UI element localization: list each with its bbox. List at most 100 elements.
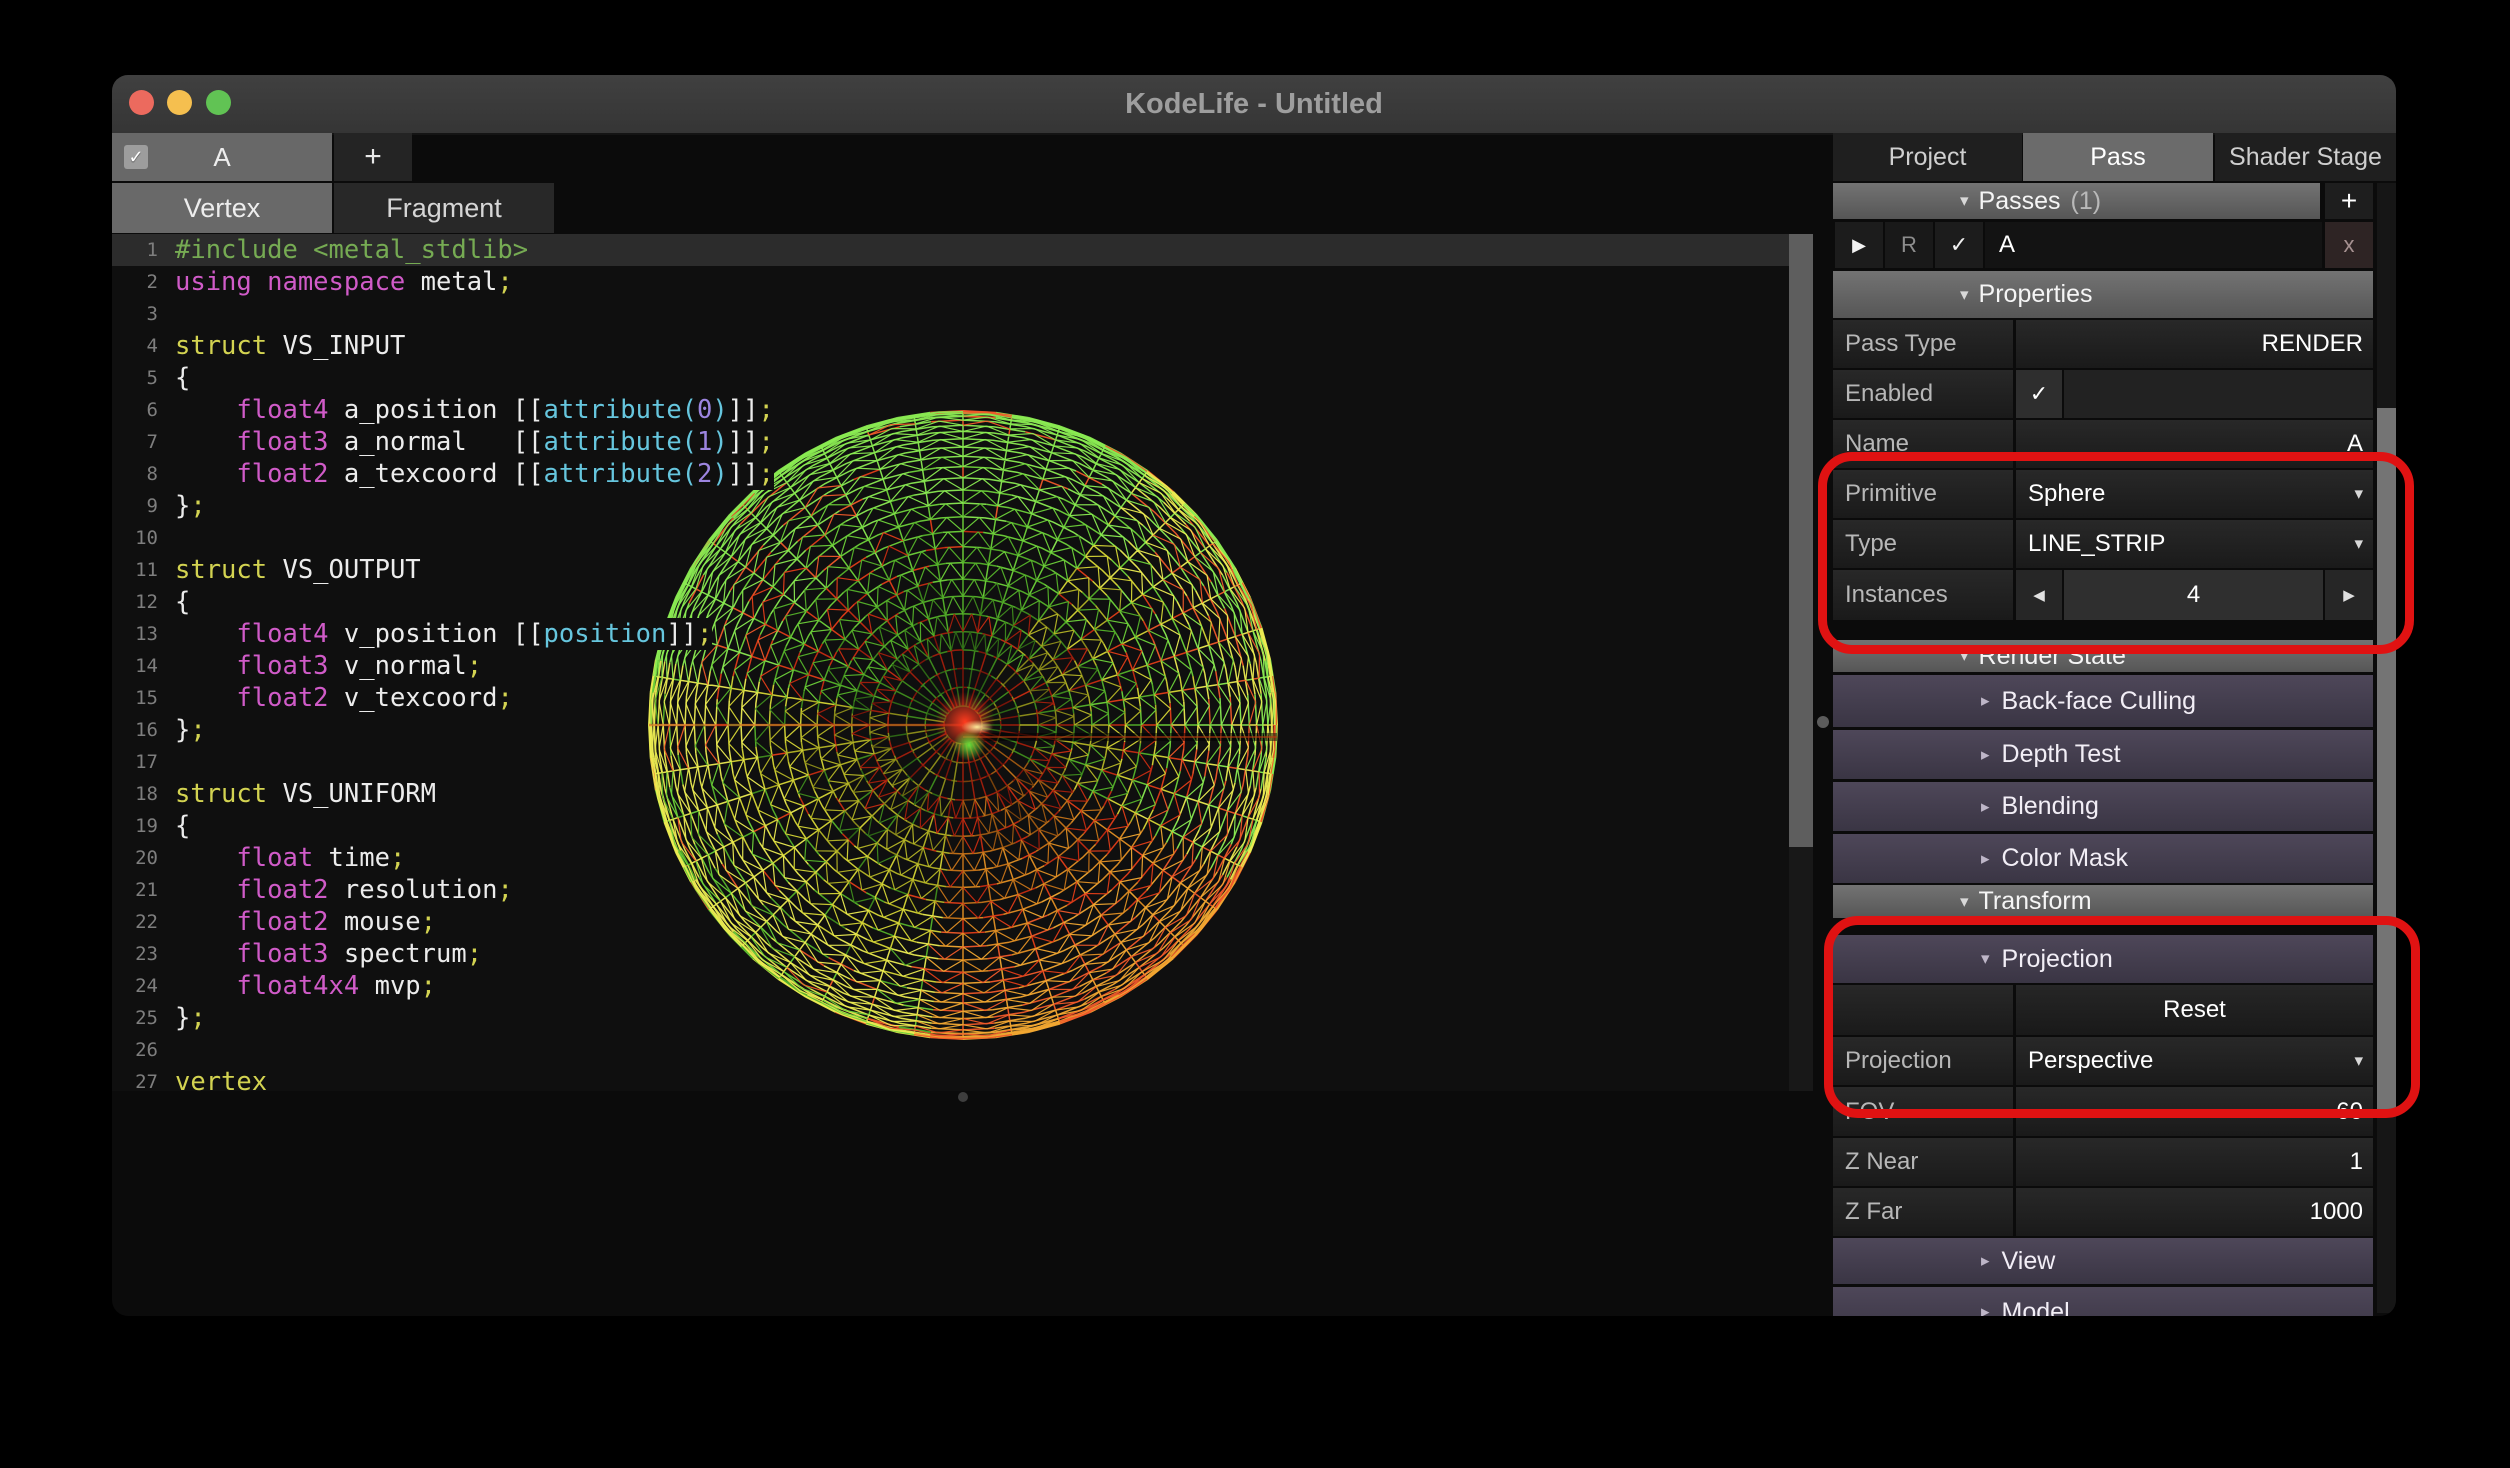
pass-reload-button[interactable]: R	[1885, 222, 1933, 268]
render-state-item-color-mask[interactable]: ▸ Color Mask	[1833, 834, 2373, 883]
passes-count: (1)	[2071, 187, 2102, 216]
primitive-dropdown[interactable]: Sphere ▾	[2016, 470, 2373, 518]
chevron-right-icon: ▸	[1981, 849, 1990, 869]
code-line: };	[175, 490, 206, 522]
render-state-item-blending[interactable]: ▸ Blending	[1833, 782, 2373, 831]
chevron-down-icon: ▾	[1981, 949, 1990, 969]
code-line: float4 v_position [[position]];	[175, 618, 712, 650]
chevron-down-icon: ▾	[1960, 285, 1969, 305]
code-line: float2 v_texcoord;	[175, 682, 513, 714]
code-line: float3 v_normal;	[175, 650, 482, 682]
instances-value-field[interactable]: 4	[2064, 570, 2323, 620]
pass-enabled-checkbox[interactable]: ✓	[124, 145, 148, 169]
line-number: 26	[112, 1034, 158, 1066]
code-line: {	[175, 586, 190, 618]
render-state-item-depth-test[interactable]: ▸ Depth Test	[1833, 730, 2373, 779]
chevron-right-icon: ▸	[1981, 1251, 1990, 1271]
properties-section-header[interactable]: ▾ Properties	[1833, 271, 2373, 318]
model-header-label: Model	[2002, 1298, 2070, 1317]
view-subsection-header[interactable]: ▸ View	[1833, 1238, 2373, 1284]
item-label: Blending	[2002, 792, 2099, 821]
tab-fragment[interactable]: Fragment	[334, 183, 554, 233]
tab-project[interactable]: Project	[1833, 133, 2022, 181]
pass-tab-a[interactable]: ✓ A	[112, 133, 332, 181]
item-label: Back-face Culling	[2002, 687, 2197, 716]
model-subsection-header[interactable]: ▸ Model	[1833, 1287, 2373, 1316]
code-line: float3 a_normal [[attribute(1)]];	[175, 426, 774, 458]
editor-scrollbar-thumb[interactable]	[1789, 234, 1813, 847]
pass-type-label: Pass Type	[1833, 320, 2013, 368]
projection-label: Projection	[1833, 1037, 2013, 1085]
line-number: 7	[112, 426, 158, 458]
pass-enabled-toggle[interactable]: ✓	[1935, 222, 1983, 268]
enabled-checkbox[interactable]: ✓	[2016, 370, 2062, 418]
render-state-item-backface-culling[interactable]: ▸ Back-face Culling	[1833, 675, 2373, 727]
tab-shader-stage[interactable]: Shader Stage	[2215, 133, 2396, 181]
pass-close-button[interactable]: x	[2325, 222, 2373, 268]
code-line: vertex	[175, 1066, 267, 1091]
type-dropdown[interactable]: LINE_STRIP ▾	[2016, 520, 2373, 568]
page-indicator-dot[interactable]	[958, 1092, 968, 1102]
add-pass-button[interactable]: +	[2325, 183, 2373, 219]
arrow-left-icon: ◀	[2033, 586, 2045, 604]
pass-play-button[interactable]: ▶	[1835, 222, 1883, 268]
pass-name-field[interactable]: A	[1985, 222, 2322, 268]
line-number: 17	[112, 746, 158, 778]
line-number: 27	[112, 1066, 158, 1091]
render-state-header-label: Render State	[1979, 642, 2126, 671]
splitter-handle[interactable]	[1817, 716, 1829, 728]
line-number: 24	[112, 970, 158, 1002]
transform-section-header[interactable]: ▾ Transform	[1833, 885, 2373, 918]
line-number: 14	[112, 650, 158, 682]
close-icon: x	[2344, 232, 2355, 258]
name-field[interactable]: A	[2016, 420, 2373, 468]
projection-subsection-header[interactable]: ▾ Projection	[1833, 935, 2373, 983]
item-label: Color Mask	[2002, 844, 2128, 873]
panel-scrollbar-thumb[interactable]	[2377, 408, 2396, 1113]
chevron-right-icon: ▸	[1981, 745, 1990, 765]
line-number: 15	[112, 682, 158, 714]
zfar-field[interactable]: 1000	[2016, 1188, 2373, 1236]
znear-field[interactable]: 1	[2016, 1138, 2373, 1186]
code-line: {	[175, 810, 190, 842]
kodelife-window: KodeLife - Untitled ✓ A + Vertex Fragmen…	[112, 75, 2396, 1316]
line-number: 19	[112, 810, 158, 842]
reset-row-spacer	[1833, 985, 2013, 1035]
fov-field[interactable]: 60	[2016, 1087, 2373, 1136]
znear-label: Z Near	[1833, 1138, 2013, 1186]
chevron-down-icon: ▾	[1960, 892, 1969, 912]
projection-dropdown[interactable]: Perspective ▾	[2016, 1037, 2373, 1085]
check-icon: ✓	[2030, 381, 2048, 407]
passes-section-header[interactable]: ▾ Passes (1)	[1833, 183, 2320, 219]
chevron-down-icon: ▾	[2354, 1051, 2363, 1071]
item-label: Depth Test	[2002, 740, 2121, 769]
add-pass-tab-button[interactable]: +	[334, 133, 412, 181]
enabled-label: Enabled	[1833, 370, 2013, 418]
properties-header-label: Properties	[1979, 280, 2093, 309]
code-line: using namespace metal;	[175, 266, 513, 298]
code-line: float4 a_position [[attribute(0)]];	[175, 394, 774, 426]
chevron-right-icon: ▸	[1981, 1302, 1990, 1316]
instances-increment-button[interactable]: ▶	[2325, 570, 2373, 620]
projection-header-label: Projection	[2002, 945, 2113, 974]
reset-button[interactable]: Reset	[2016, 985, 2373, 1035]
instances-decrement-button[interactable]: ◀	[2016, 570, 2062, 620]
code-editor[interactable]: 1234567891011121314151617181920212223242…	[112, 234, 1813, 1091]
code-line: struct VS_INPUT	[175, 330, 405, 362]
render-state-section-header[interactable]: ▾ Render State	[1833, 640, 2373, 672]
instances-label: Instances	[1833, 570, 2013, 620]
code-line: float2 mouse;	[175, 906, 436, 938]
enabled-row-filler	[2064, 370, 2373, 418]
line-number: 1	[112, 234, 158, 266]
tab-vertex[interactable]: Vertex	[112, 183, 332, 233]
transform-header-label: Transform	[1979, 887, 2092, 916]
code-line: {	[175, 362, 190, 394]
primitive-label: Primitive	[1833, 470, 2013, 518]
code-line: float2 a_texcoord [[attribute(2)]];	[175, 458, 774, 490]
tab-pass[interactable]: Pass	[2023, 133, 2213, 181]
line-number: 12	[112, 586, 158, 618]
line-number: 6	[112, 394, 158, 426]
line-number: 5	[112, 362, 158, 394]
line-number: 4	[112, 330, 158, 362]
code-line: };	[175, 714, 206, 746]
